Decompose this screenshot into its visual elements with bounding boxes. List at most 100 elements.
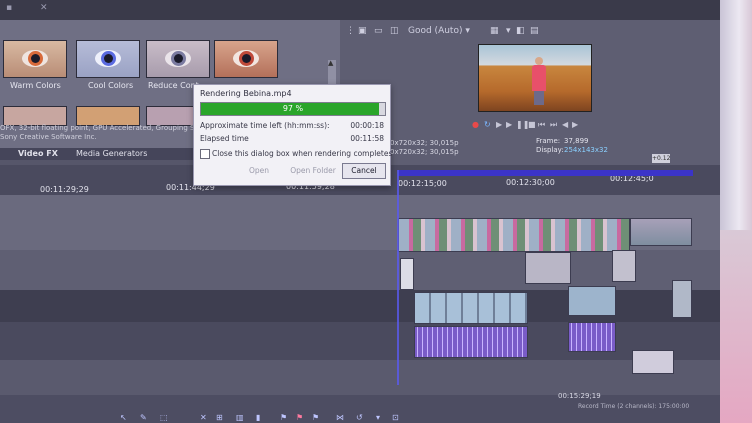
pupil-icon (174, 54, 183, 63)
fx-thumbnail-cool[interactable] (76, 40, 140, 78)
monitor-icon[interactable]: ▭ (374, 26, 383, 40)
video-clip[interactable] (630, 218, 692, 246)
stop-icon[interactable]: ■ (528, 120, 537, 129)
fx-label-warm: Warm Colors (10, 81, 61, 90)
person-body (532, 65, 546, 91)
save-snapshot-icon[interactable]: ▤ (530, 26, 539, 40)
next-frame-icon[interactable]: ▶ (572, 120, 581, 129)
fx-thumbnail-4[interactable] (214, 40, 278, 78)
playhead-cursor[interactable] (397, 170, 399, 385)
lock-envelopes-icon[interactable]: ▾ (376, 413, 385, 422)
display-label: Display: (536, 146, 564, 154)
person-figure (531, 57, 547, 105)
trim-icon[interactable]: ⊞ (216, 413, 225, 422)
auto-crossfade-icon[interactable]: ⋈ (336, 413, 345, 422)
person-legs (534, 91, 544, 105)
elapsed-value: 00:11:58 (350, 134, 384, 143)
close-when-done-checkbox[interactable] (200, 149, 210, 159)
audio-clip[interactable] (568, 322, 616, 352)
video-clip[interactable] (525, 252, 571, 284)
scroll-up-icon[interactable]: ▲ (328, 59, 333, 67)
dialog-title: Rendering Bebina.mp4 (200, 89, 292, 98)
project-props-line-1: 0x720x32; 30,015p (390, 139, 459, 147)
fx-label-reduce: Reduce Cont (148, 81, 199, 90)
time-left-label: Approximate time left (hh:mm:ss): (200, 121, 330, 130)
split-icon[interactable]: ▥ (236, 413, 245, 422)
audio-clip[interactable] (632, 350, 674, 374)
pupil-icon (31, 54, 40, 63)
lock-icon[interactable]: ▮ (256, 413, 265, 422)
quality-dropdown-label: Good (Auto) (408, 26, 463, 36)
preview-video-frame (478, 44, 592, 112)
tab-media-generators[interactable]: Media Generators (76, 149, 147, 158)
tab-video-fx[interactable]: Video FX (18, 149, 58, 158)
close-when-done-label: Close this dialog box when rendering com… (212, 149, 393, 158)
selection-tool-icon[interactable]: ⬚ (160, 413, 169, 422)
record-icon[interactable]: ● (472, 120, 481, 129)
project-props-line-2: 0x720x32; 30,015p (390, 148, 459, 156)
go-to-end-icon[interactable]: ⏭ (550, 120, 559, 129)
region-icon[interactable]: ⚑ (296, 413, 305, 422)
copy-snapshot-icon[interactable]: ◧ (516, 26, 525, 40)
open-folder-button[interactable]: Open Folder (286, 163, 340, 179)
progress-percent: 97 % (282, 104, 304, 113)
render-progress-bar: 97 % (200, 102, 386, 116)
go-to-start-icon[interactable]: ⏮ (538, 120, 547, 129)
vegas-window: ▪ ✕ Warm Colors Cool Colors Reduce Cont … (0, 0, 720, 423)
split-icon[interactable]: ◫ (390, 26, 399, 40)
audio-track-3 (0, 360, 720, 395)
chevron-down-icon: ▾ (465, 26, 470, 36)
loop-icon[interactable]: ↻ (484, 120, 493, 129)
marker-icon[interactable]: ⚑ (280, 413, 289, 422)
person-head (535, 57, 543, 65)
monitor-bezel (720, 0, 752, 423)
play-icon[interactable]: ▶ (506, 120, 515, 129)
play-from-start-icon[interactable]: ▶ (496, 120, 505, 129)
chevron-down-icon[interactable]: ▾ (506, 26, 511, 40)
preview-settings-icon[interactable]: ▣ (358, 26, 367, 40)
time-left-value: 00:00:18 (350, 121, 384, 130)
frame-value: 37,899 (564, 137, 589, 145)
timecode-label: 00:11:29;29 (40, 185, 89, 194)
normal-edit-tool-icon[interactable]: ↖ (120, 413, 129, 422)
pupil-icon (104, 54, 113, 63)
frame-label: Frame: (536, 137, 561, 145)
grip-icon: ⋮ (346, 26, 355, 36)
menu-icon[interactable]: ▪ (6, 3, 16, 13)
overlay-icon[interactable]: ▦ (490, 26, 499, 40)
background-surface (720, 230, 752, 423)
fx-thumbnail-row2-2[interactable] (76, 106, 140, 126)
envelope-tool-icon[interactable]: ✎ (140, 413, 149, 422)
fx-thumbnail-warm[interactable] (3, 40, 67, 78)
video-clip[interactable] (400, 258, 414, 290)
record-time-status: Record Time (2 channels): 175:00:00 (578, 403, 690, 410)
video-clip[interactable] (672, 280, 692, 318)
pin-icon[interactable]: ✕ (40, 3, 50, 13)
video-clip[interactable] (414, 292, 528, 324)
delete-icon[interactable]: ✕ (200, 413, 209, 422)
cursor-timecode: 00:15:29;19 (558, 392, 601, 400)
pause-icon[interactable]: ❚❚ (516, 120, 529, 129)
video-clip[interactable] (398, 218, 630, 252)
rate-badge: +0.12 (652, 154, 671, 163)
timecode-label: 00:12:15;00 (398, 179, 447, 188)
top-menu-strip: ▪ ✕ (0, 0, 720, 20)
prev-frame-icon[interactable]: ◀ (562, 120, 571, 129)
display-value: 254x143x32 (564, 146, 608, 154)
fx-thumbnail-reduce-contrast[interactable] (146, 40, 210, 78)
ignore-grouping-icon[interactable]: ⊡ (392, 413, 401, 422)
render-progress-dialog: Rendering Bebina.mp4 97 % Approximate ti… (193, 84, 393, 186)
loop-region-bar[interactable] (398, 170, 693, 176)
ripple-edit-icon[interactable]: ↺ (356, 413, 365, 422)
timecode-label: 00:12:30;00 (506, 178, 555, 187)
fx-thumbnail-row2-1[interactable] (3, 106, 67, 126)
snap-icon[interactable]: ⚑ (312, 413, 321, 422)
quality-dropdown[interactable]: Good (Auto) ▾ (408, 26, 470, 40)
open-button[interactable]: Open (238, 163, 280, 179)
pupil-icon (242, 54, 251, 63)
cancel-button[interactable]: Cancel (342, 163, 386, 179)
elapsed-label: Elapsed time (200, 134, 249, 143)
video-clip[interactable] (568, 286, 616, 316)
video-clip[interactable] (612, 250, 636, 282)
audio-clip[interactable] (414, 326, 528, 358)
